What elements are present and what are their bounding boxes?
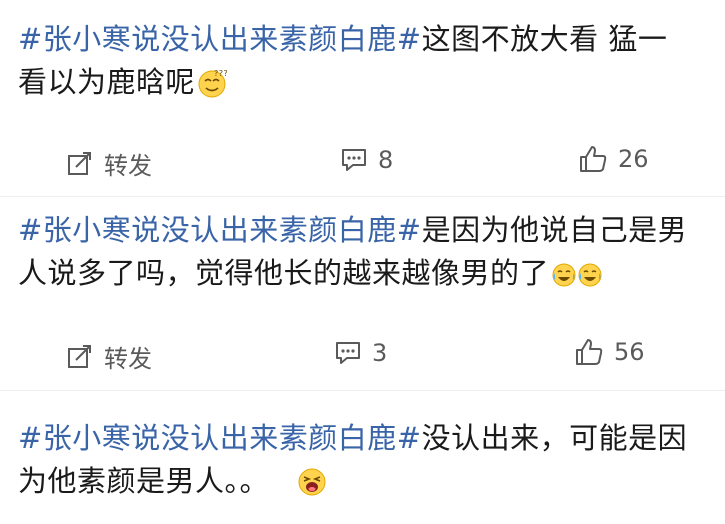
repost-button[interactable]: 转发: [66, 146, 152, 181]
post-text-line1: 没认出来，可能是因: [421, 421, 688, 455]
dizzy-face-emoji: ???: [197, 67, 228, 110]
repost-icon: [68, 344, 91, 368]
repost-label: 转发: [104, 152, 152, 180]
comment-icon: [336, 342, 360, 364]
post-text: #张小寒说没认出来素颜白鹿#没认出来，可能是因 为他素颜是男人。。: [18, 417, 708, 509]
like-count: 56: [614, 338, 645, 366]
laughing-face-emoji: [297, 466, 327, 509]
post-1: #张小寒说没认出来素颜白鹿#这图不放大看 猛一 看以为鹿晗呢 ??? 转发 8 …: [0, 0, 725, 195]
svg-text:???: ???: [214, 69, 227, 78]
topic-link[interactable]: #张小寒说没认出来素颜白鹿#: [18, 213, 422, 247]
comment-button[interactable]: 3: [334, 339, 387, 367]
topic-link[interactable]: #张小寒说没认出来素颜白鹿#: [18, 421, 422, 455]
topic-link[interactable]: #张小寒说没认出来素颜白鹿#: [18, 22, 422, 56]
like-button[interactable]: 26: [578, 144, 649, 174]
post-text-line2: 为他素颜是男人。。: [18, 464, 270, 498]
comment-icon: [342, 149, 366, 171]
post-text-line1: 是因为他说自己是男: [421, 213, 688, 247]
repost-icon: [68, 151, 91, 175]
crying-laughing-emoji: [551, 258, 605, 301]
post-text-line2: 看以为鹿晗呢: [18, 65, 196, 99]
post-text-line1: 这图不放大看 猛一: [421, 22, 668, 56]
comment-count: 8: [378, 146, 394, 174]
post-2: #张小寒说没认出来素颜白鹿#是因为他说自己是男 人说多了吗，觉得他长的越来越像男…: [0, 197, 725, 387]
like-count: 26: [618, 145, 649, 173]
comment-button[interactable]: 8: [340, 146, 393, 174]
post-text-line2: 人说多了吗，觉得他长的越来越像男的了: [18, 256, 550, 290]
post-3: #张小寒说没认出来素颜白鹿#没认出来，可能是因 为他素颜是男人。。: [0, 391, 725, 524]
post-text: #张小寒说没认出来素颜白鹿#是因为他说自己是男 人说多了吗，觉得他长的越来越像男…: [18, 209, 708, 301]
like-button[interactable]: 56: [574, 337, 645, 367]
thumbs-up-icon: [576, 339, 603, 365]
post-text: #张小寒说没认出来素颜白鹿#这图不放大看 猛一 看以为鹿晗呢 ???: [18, 18, 708, 110]
comment-count: 3: [372, 339, 388, 367]
repost-label: 转发: [104, 345, 152, 373]
thumbs-up-icon: [580, 146, 607, 172]
repost-button[interactable]: 转发: [66, 339, 152, 374]
